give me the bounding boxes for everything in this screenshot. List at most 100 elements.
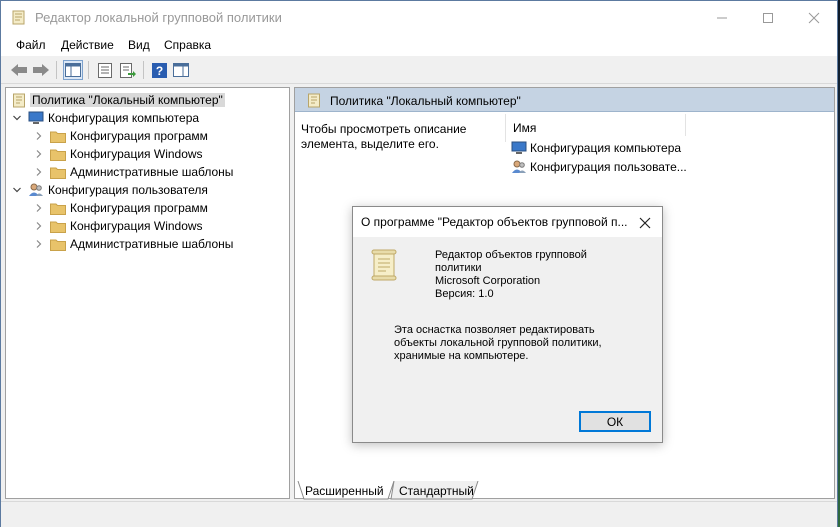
product-name-line1: Редактор объектов групповой [435,249,587,261]
description-line: Эта оснастка позволяет редактировать [394,324,595,336]
column-divider [505,114,506,142]
tree-item-user-administrative-templates[interactable]: Административные шаблоны [34,235,233,253]
policy-editor-app-icon [12,10,25,25]
chevron-right-icon[interactable] [34,221,44,231]
properties-button[interactable] [95,60,115,80]
tab-standard[interactable]: Стандартный [399,481,474,499]
menu-help[interactable]: Справка [164,38,211,52]
tree-item-label: Конфигурация программ [70,201,208,215]
main-window: Редактор локальной групповой политики Фа… [0,0,838,527]
export-list-button[interactable] [118,60,138,80]
show-hide-tree-icon [65,63,81,77]
tree-item-software-settings[interactable]: Конфигурация программ [34,127,208,145]
maximize-icon [763,12,773,23]
folder-icon [50,131,66,143]
policy-scroll-icon [308,93,320,108]
version-text: Версия: 1.0 [435,288,494,300]
menu-bar: Файл Действие Вид Справка [1,34,837,56]
about-dialog: О программе "Редактор объектов групповой… [352,206,663,443]
maximize-button[interactable] [745,1,791,34]
chevron-right-icon[interactable] [34,239,44,249]
users-icon [29,183,43,196]
computer-icon [28,111,44,124]
properties-icon [98,62,112,78]
description-line: хранимые на компьютере. [394,350,529,362]
tree-item-label: Политика "Локальный компьютер" [30,93,225,107]
menu-file[interactable]: Файл [16,38,46,52]
minimize-button[interactable] [699,1,745,34]
export-list-icon [119,62,136,78]
tree-item-label: Административные шаблоны [70,165,234,179]
folder-icon [50,149,66,161]
tree-item-local-policy[interactable]: Политика "Локальный компьютер" [12,91,225,109]
folder-icon [50,221,66,233]
tree-item-administrative-templates[interactable]: Административные шаблоны [34,163,233,181]
policy-scroll-icon [371,249,397,281]
tree-item-label: Конфигурация Windows [70,219,203,233]
company-name: Microsoft Corporation [435,275,541,287]
help-button[interactable]: ? [149,60,169,80]
chevron-right-icon[interactable] [34,203,44,213]
tree-item-label: Административные шаблоны [70,237,234,251]
forward-arrow-icon [33,64,49,76]
status-bar [1,501,837,527]
help-icon: ? [151,62,167,78]
tree-item-label: Конфигурация программ [70,129,208,143]
tree-item-user-configuration[interactable]: Конфигурация пользователя [12,181,208,199]
dialog-description: Эта оснастка позволяет редактировать объ… [394,324,624,363]
details-pane-title: Политика "Локальный компьютер" [330,94,521,108]
menu-view[interactable]: Вид [128,38,150,52]
list-item-label: Конфигурация компьютера [530,141,682,155]
dialog-title-bar[interactable]: О программе "Редактор объектов групповой… [353,207,662,237]
column-divider[interactable] [685,114,686,136]
policy-scroll-icon [13,93,25,107]
svg-text:?: ? [155,64,162,78]
chevron-right-icon[interactable] [34,167,44,177]
description-text: Чтобы просмотреть описание элемента, выд… [301,122,467,151]
folder-icon [50,167,66,179]
list-item-computer-configuration[interactable]: Конфигурация компьютера [511,139,681,157]
computer-icon [511,141,527,154]
column-header-name[interactable]: Имя [513,121,536,135]
toolbar-separator [88,61,89,79]
details-pane-header: Политика "Локальный компьютер" [295,88,834,112]
tree-item-label: Конфигурация компьютера [48,111,200,125]
list-item-label: Конфигурация пользовате... [530,160,687,174]
title-bar[interactable]: Редактор локальной групповой политики [1,1,837,34]
show-hide-action-pane-icon [173,63,189,77]
back-button[interactable] [9,60,29,80]
console-tree[interactable]: Политика "Локальный компьютер" Конфигура… [5,87,290,499]
dialog-title: О программе "Редактор объектов групповой… [361,215,628,229]
tree-item-user-software-settings[interactable]: Конфигурация программ [34,199,208,217]
product-name-line2: политики [435,262,482,274]
close-button[interactable] [791,1,837,34]
users-icon [512,160,526,173]
minimize-icon [717,17,727,18]
dialog-close-button[interactable] [635,213,655,233]
close-icon [808,12,820,23]
window-title: Редактор локальной групповой политики [35,10,282,25]
chevron-right-icon[interactable] [34,131,44,141]
toolbar-separator [143,61,144,79]
tree-item-label: Конфигурация пользователя [48,183,208,197]
tab-extended[interactable]: Расширенный [305,481,384,499]
list-item-user-configuration[interactable]: Конфигурация пользовате... [511,158,687,176]
ok-button[interactable]: ОК [579,411,651,432]
chevron-down-icon[interactable] [12,185,22,195]
forward-button[interactable] [31,60,51,80]
tree-item-label: Конфигурация Windows [70,147,203,161]
tree-item-user-windows-settings[interactable]: Конфигурация Windows [34,217,203,235]
chevron-right-icon[interactable] [34,149,44,159]
folder-icon [50,203,66,215]
menu-action[interactable]: Действие [61,38,114,52]
tree-item-computer-configuration[interactable]: Конфигурация компьютера [12,109,199,127]
tree-item-windows-settings[interactable]: Конфигурация Windows [34,145,203,163]
close-icon [639,217,651,229]
description-line: объекты локальной групповой политики, [394,337,602,349]
toolbar-separator [56,61,57,79]
chevron-down-icon[interactable] [12,113,22,123]
show-hide-action-pane-button[interactable] [171,60,191,80]
show-hide-tree-button[interactable] [63,60,83,80]
toolbar: ? [1,56,837,84]
folder-icon [50,239,66,251]
